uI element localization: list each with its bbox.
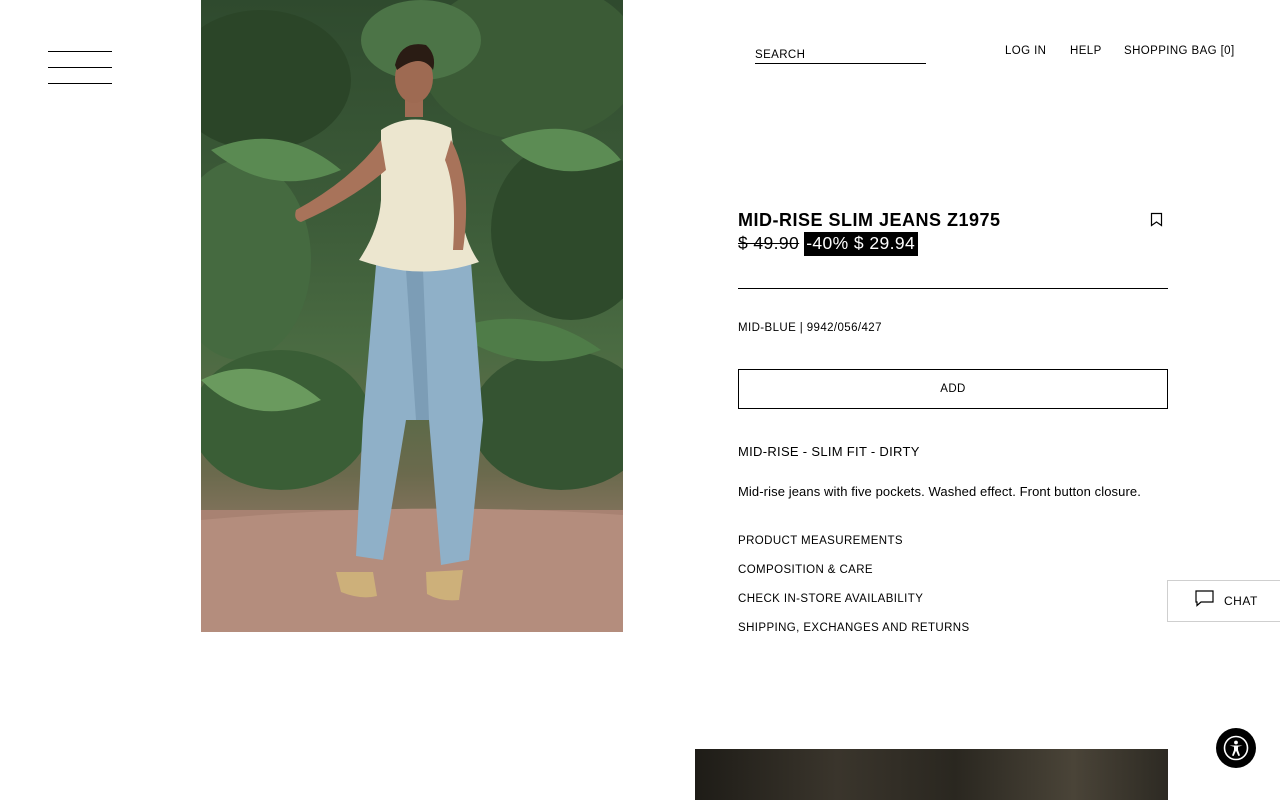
menu-bar [48,51,112,52]
search-input[interactable] [755,49,926,65]
price-row: $ 49.90 -40% $ 29.94 [738,231,919,256]
menu-bar [48,67,112,68]
accessibility-icon[interactable] [1216,728,1256,768]
login-link[interactable]: LOG IN [1005,45,1046,57]
product-image[interactable] [201,0,623,632]
product-measurements-link[interactable]: PRODUCT MEASUREMENTS [738,535,903,547]
hamburger-menu-icon[interactable] [48,51,112,85]
composition-care-link[interactable]: COMPOSITION & CARE [738,564,873,576]
chat-button[interactable]: CHAT [1167,580,1280,622]
menu-bar [48,83,112,84]
product-description: Mid-rise jeans with five pockets. Washed… [738,484,1141,499]
product-photo-illustration [201,0,623,632]
product-subtitle: MID-RISE - SLIM FIT - DIRTY [738,444,920,459]
shopping-bag-link[interactable]: SHOPPING BAG [0] [1124,45,1235,57]
shipping-returns-link[interactable]: SHIPPING, EXCHANGES AND RETURNS [738,622,970,634]
store-availability-link[interactable]: CHECK IN-STORE AVAILABILITY [738,593,923,605]
help-link[interactable]: HELP [1070,45,1102,57]
chat-bubble-icon [1195,590,1214,612]
color-reference: MID-BLUE | 9942/056/427 [738,322,882,334]
old-price: $ 49.90 [738,233,800,253]
chat-label: CHAT [1224,594,1258,608]
add-to-bag-button[interactable]: ADD [738,369,1168,409]
new-price: $ 29.94 [853,232,916,253]
divider [738,288,1168,289]
search-field[interactable] [755,45,926,65]
discount-percent: -40% [806,232,849,253]
product-title: MID-RISE SLIM JEANS Z1975 [738,210,1001,230]
bookmark-icon[interactable] [1150,212,1163,227]
secondary-product-image[interactable] [695,749,1168,800]
sale-price-tag: -40% $ 29.94 [804,231,919,256]
